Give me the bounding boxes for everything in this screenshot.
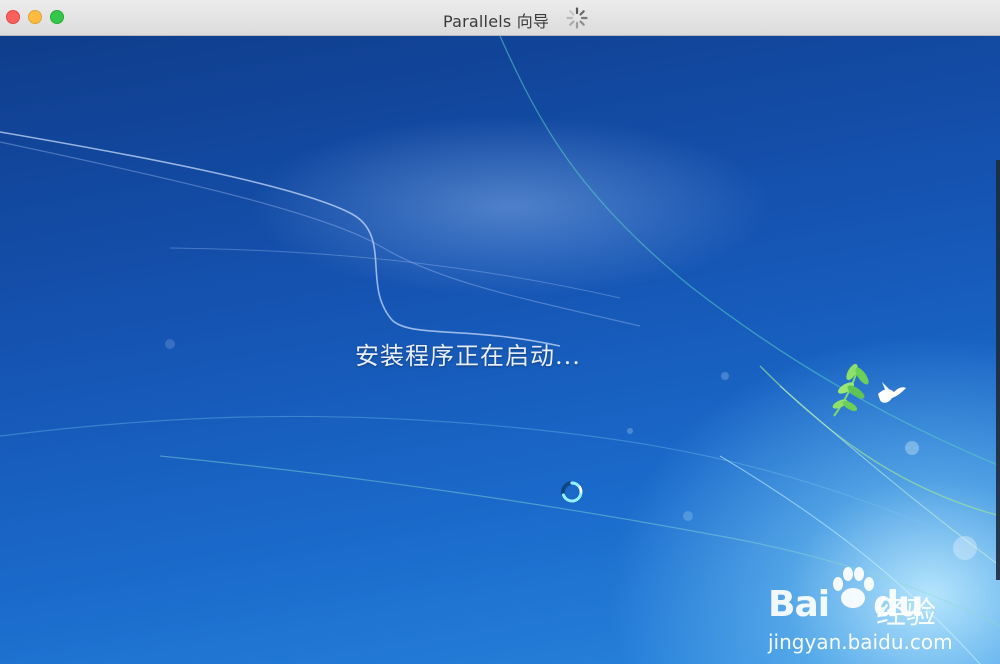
watermark-sub-text: 经验 bbox=[876, 596, 936, 631]
minimize-icon[interactable] bbox=[28, 10, 42, 24]
watermark-url: jingyan.baidu.com bbox=[768, 630, 953, 654]
loading-ring-icon bbox=[561, 481, 583, 503]
windows-setup-screen: 安装程序正在启动... Bai du 经验 jingyan.baidu.com bbox=[0, 36, 1000, 664]
dove-branch-icon bbox=[832, 363, 906, 417]
paw-icon bbox=[833, 567, 874, 608]
window-title: Parallels 向导 bbox=[443, 12, 550, 31]
baidu-watermark: Bai du 经验 jingyan.baidu.com bbox=[766, 567, 966, 656]
parallels-window: Parallels 向导 安装程序正在启动... Bai du 经验 jingy… bbox=[0, 0, 1000, 664]
setup-status-text: 安装程序正在启动... bbox=[355, 342, 581, 370]
spinner-icon bbox=[566, 7, 588, 29]
zoom-icon[interactable] bbox=[50, 10, 64, 24]
title-bar[interactable]: Parallels 向导 bbox=[0, 0, 1000, 36]
close-icon[interactable] bbox=[6, 10, 20, 24]
scrollbar-edge[interactable] bbox=[996, 160, 1000, 580]
